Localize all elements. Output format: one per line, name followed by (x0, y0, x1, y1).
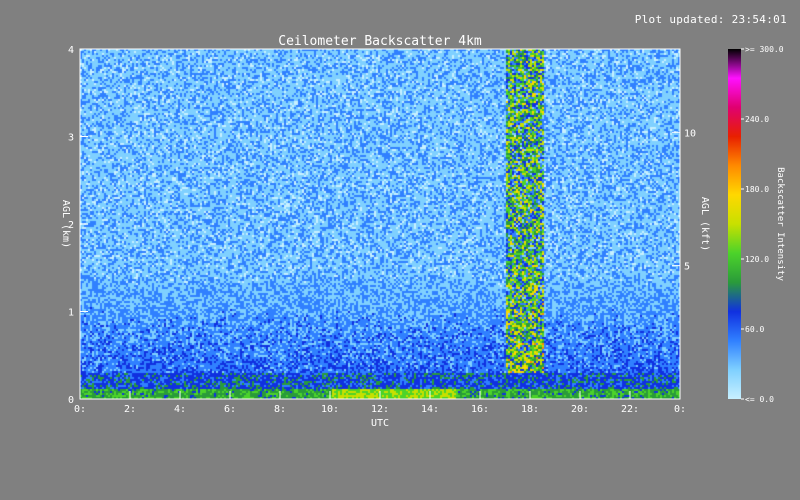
x-tick-label: 12: (371, 404, 389, 415)
plot-updated-timestamp: Plot updated: 23:54:01 (634, 13, 787, 26)
x-tick-label: 10: (321, 404, 339, 415)
y-tick-label: 3 (68, 133, 74, 144)
chart-title: Ceilometer Backscatter 4km (278, 34, 482, 49)
colorbar (728, 49, 741, 399)
colorbar-tick-label: 60.0 (745, 325, 764, 334)
colorbar-tick-label: >= 300.0 (745, 45, 784, 54)
heatmap-image (80, 49, 680, 399)
x-tick-label: 4: (174, 404, 186, 415)
y-axis-label-right: AGL (kft) (699, 197, 710, 251)
colorbar-label: Backscatter Intensity (775, 167, 785, 281)
y-tick-label: 4 (68, 45, 74, 56)
x-tick-label: 8: (274, 404, 286, 415)
x-tick-label: 14: (421, 404, 439, 415)
y-right-tick-label: 10 (684, 128, 696, 139)
heatmap-area (80, 49, 680, 399)
x-tick-label: 6: (224, 404, 236, 415)
colorbar-tick-label: <= 0.0 (745, 395, 774, 404)
backscatter-chart: Ceilometer Backscatter 4km 0: 2: 4: 6: 8: 10:… (60, 34, 785, 429)
y-tick-label: 0 (68, 395, 74, 406)
x-tick-label: 0: (74, 404, 86, 415)
x-tick-label: 2: (124, 404, 136, 415)
colorbar-tick-label: 180.0 (745, 185, 769, 194)
x-tick-label: 22: (621, 404, 639, 415)
x-tick-label: 16: (471, 404, 489, 415)
colorbar-tick-label: 120.0 (745, 255, 769, 264)
x-tick-label: 18: (521, 404, 539, 415)
y-tick-label: 1 (68, 308, 74, 319)
x-axis-label: UTC (371, 418, 389, 429)
colorbar-tick-label: 240.0 (745, 115, 769, 124)
y-right-tick-label: 5 (684, 262, 690, 273)
x-tick-label: 0: (674, 404, 686, 415)
y-axis-label-left: AGL (km) (60, 200, 71, 248)
x-tick-label: 20: (571, 404, 589, 415)
